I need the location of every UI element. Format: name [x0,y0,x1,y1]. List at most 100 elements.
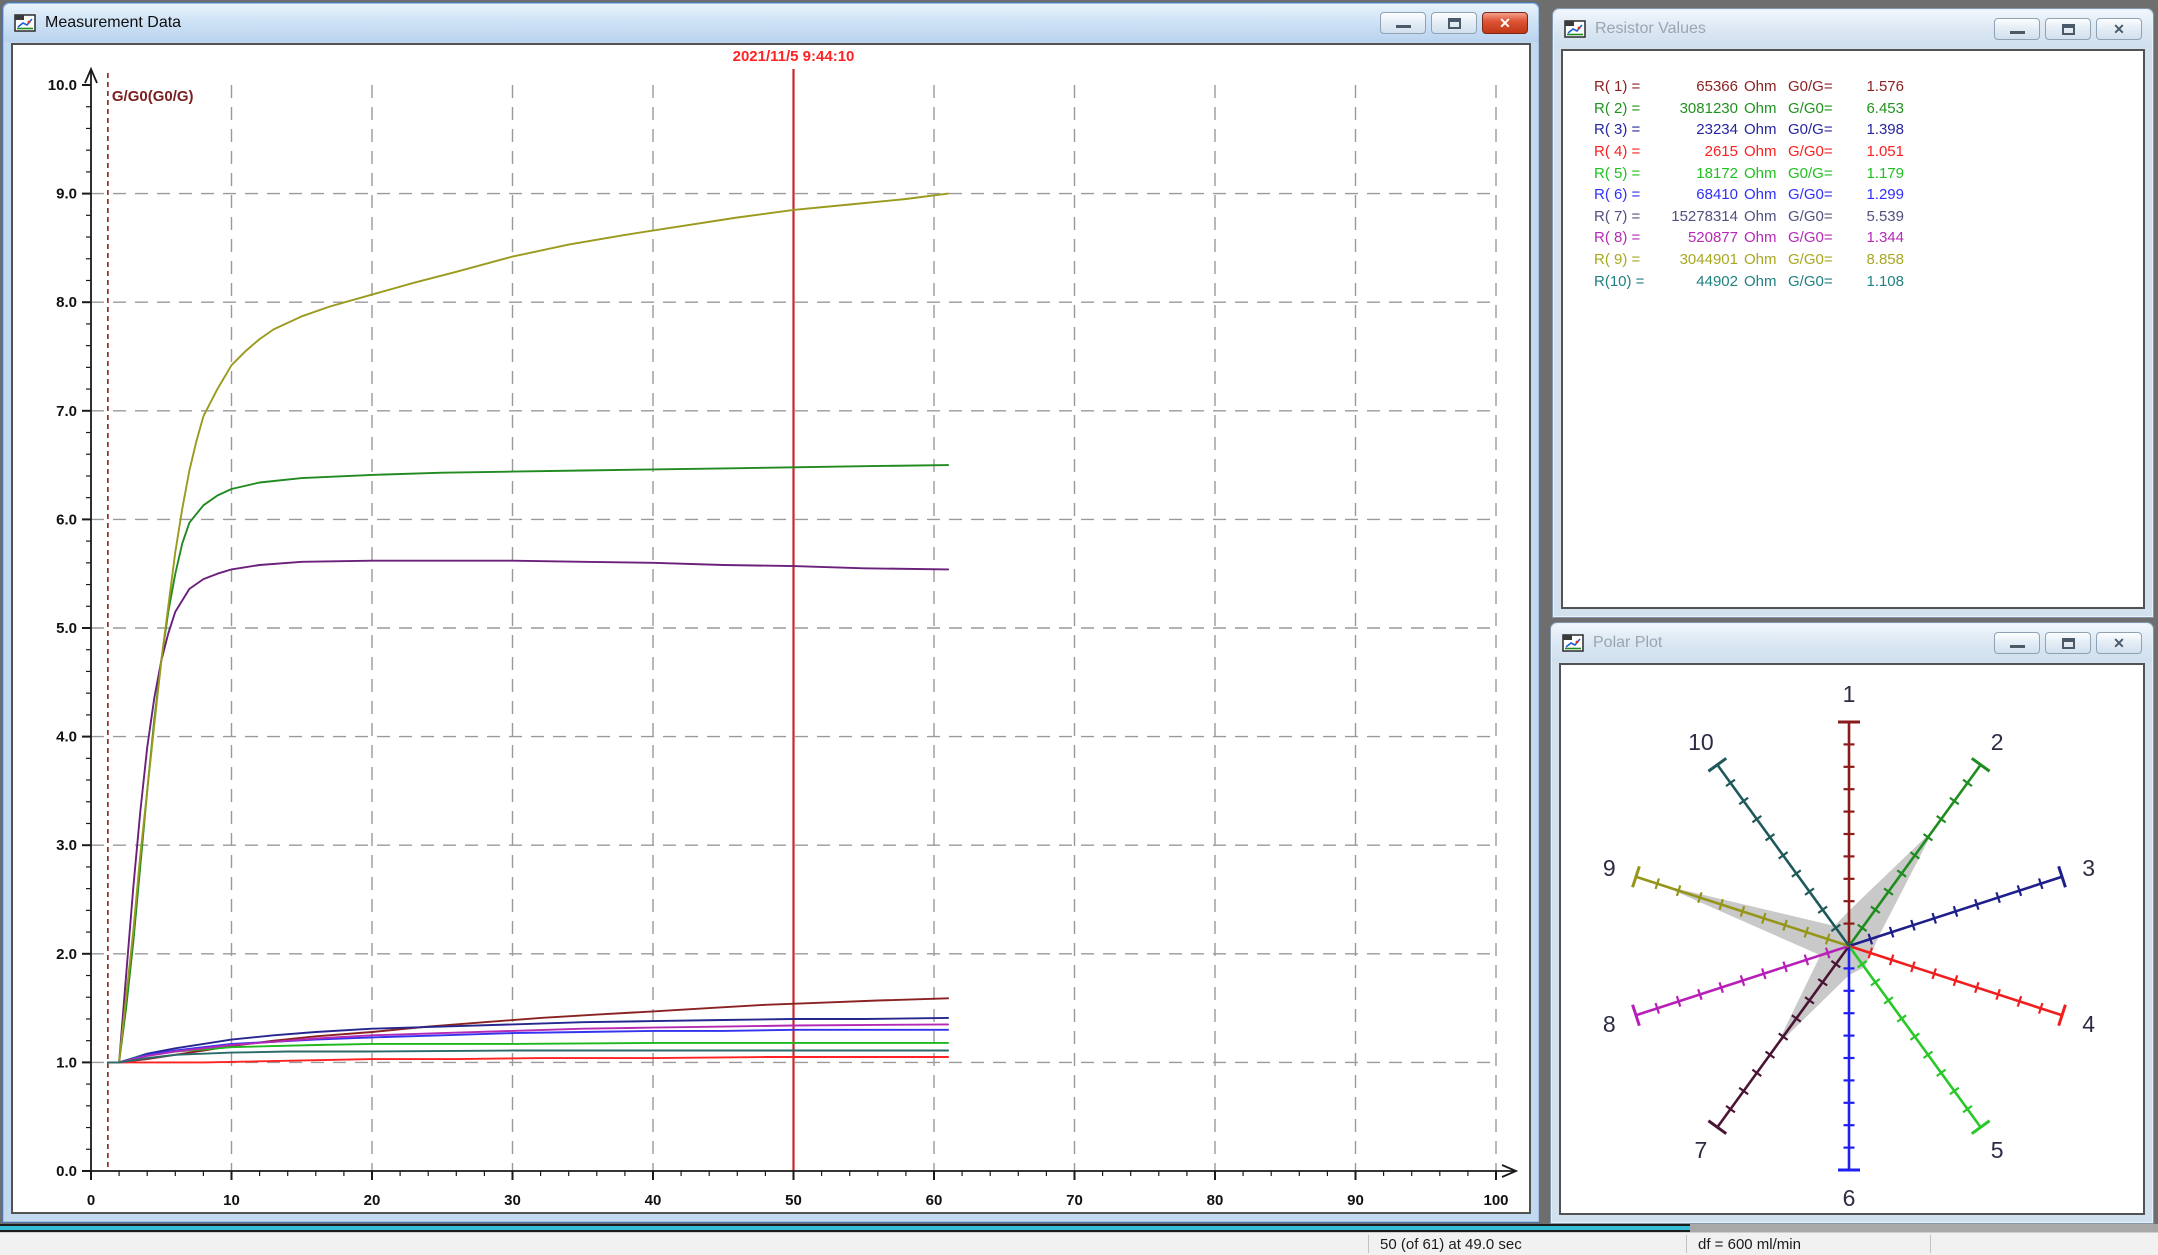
resistor-ratio-label: G0/G= [1788,165,1846,182]
resistor-ratio-value: 1.344 [1846,229,1904,246]
y-axis-label: G/G0(G0/G) [112,88,194,105]
resistor-unit: Ohm [1744,251,1780,268]
y-tick-label: 7.0 [56,403,77,420]
x-tick-label: 80 [1207,1192,1224,1209]
chart-window-icon [1564,20,1586,38]
resistor-ratio-value: 1.398 [1846,121,1904,138]
close-button[interactable]: ✕ [2096,18,2142,40]
resistor-unit: Ohm [1744,143,1780,160]
radar-axis-number: 7 [1694,1137,1707,1163]
timestamp-annotation: 2021/11/5 9:44:10 [733,48,855,65]
resistor-label: R( 9) = [1594,251,1656,268]
resistor-row: R( 3) =23234OhmG0/G=1.398 [1594,119,2139,141]
resistor-ratio-label: G/G0= [1788,273,1846,290]
chart-window-icon [14,14,36,32]
resistor-ratio-label: G/G0= [1788,186,1846,203]
radar-axis-number: 6 [1843,1185,1856,1211]
resistor-ohm-value: 65366 [1656,78,1738,95]
y-tick-label: 4.0 [56,729,77,746]
maximize-icon [2062,638,2075,649]
x-tick-label: 60 [926,1192,943,1209]
resistor-ratio-value: 1.576 [1846,78,1904,95]
resistor-row: R( 4) =2615OhmG/G0=1.051 [1594,141,2139,163]
polar-plot-area: 12345678910 [1559,663,2145,1215]
resistor-row: R( 1) =65366 Ohm G0/G=1.576 [1594,76,2139,98]
radar-axis-5 [1849,946,1990,1134]
resistor-unit: Ohm [1744,273,1780,290]
maximize-button[interactable] [1431,12,1477,34]
minimize-button[interactable] [1994,18,2040,40]
y-tick-label: 5.0 [56,620,77,637]
series-R7 [108,561,948,1063]
resistor-unit: Ohm [1744,229,1780,246]
minimize-icon [1396,25,1411,28]
measurement-data-titlebar[interactable]: Measurement Data ✕ [4,4,1538,42]
radar-axis-4 [1849,946,2065,1026]
status-bar: 50 (of 61) at 49.0 sec df = 600 ml/min [0,1232,2158,1255]
resistor-label: R( 7) = [1594,208,1656,225]
close-icon: ✕ [1499,16,1511,30]
radar-axis-number: 2 [1991,729,2004,755]
minimize-button[interactable] [1380,12,1426,34]
resistor-values-window: Resistor Values ✕ R( 1) =65366OhmG0/G=1.… [1552,8,2154,618]
close-button[interactable]: ✕ [1482,12,1528,34]
resistor-ohm-value: 18172 [1656,165,1738,182]
polar-plot-window: Polar Plot ✕ 12345678910 [1550,622,2154,1224]
radar-axis-endcap [1708,1121,1726,1134]
resistor-row: R( 7) =15278314OhmG/G0=5.539 [1594,206,2139,228]
resistor-ratio-value: 5.539 [1846,208,1904,225]
resistor-row: R( 6) =68410OhmG/G0=1.299 [1594,184,2139,206]
resistor-label: R(10) = [1594,273,1656,290]
minimize-icon [2010,645,2025,648]
resistor-ratio-value: 1.179 [1846,165,1904,182]
x-tick-label: 20 [364,1192,381,1209]
y-tick-label: 9.0 [56,186,77,203]
x-tick-label: 30 [504,1192,521,1209]
resistor-unit: Ohm [1744,165,1780,182]
resistor-values-titlebar[interactable]: Resistor Values ✕ [1554,10,2152,48]
resistor-label: R( 8) = [1594,229,1656,246]
radar-axis-number: 1 [1843,681,1856,707]
radar-axis-number: 10 [1688,729,1714,755]
resistor-label: R( 1) = [1594,78,1656,95]
resistor-ratio-label: G0/G= [1788,121,1846,138]
accent-strip [0,1224,1690,1232]
close-icon: ✕ [2113,22,2125,36]
radar-axis-number: 8 [1603,1011,1616,1037]
radar-axis-number: 9 [1603,855,1616,881]
resistor-label: R( 4) = [1594,143,1656,160]
measurement-data-window: Measurement Data ✕ 010203040506070809010… [2,2,1540,1223]
resistor-unit: Ohm [1744,78,1780,95]
y-tick-label: 2.0 [56,946,77,963]
window-title: Resistor Values [1595,20,1994,38]
caption-buttons: ✕ [1994,18,2142,40]
resistor-unit: Ohm [1744,208,1780,225]
resistor-label: R( 2) = [1594,100,1656,117]
resistor-ratio-label: G/G0= [1788,208,1846,225]
maximize-button[interactable] [2045,18,2091,40]
resistor-row: R( 8) =520877OhmG/G0=1.344 [1594,227,2139,249]
status-divider [1930,1235,1931,1253]
resistor-row: R(10) =44902OhmG/G0=1.108 [1594,270,2139,292]
resistor-ohm-value: 23234 [1656,121,1738,138]
resistor-ohm-value: 3044901 [1656,251,1738,268]
polar-plot-titlebar[interactable]: Polar Plot ✕ [1552,624,2152,662]
resistor-ratio-label: G0/G= [1788,78,1846,95]
measurement-chart: 01020304050607080901000.01.02.03.04.05.0… [13,45,1529,1212]
resistor-ratio-label: G/G0= [1788,229,1846,246]
status-progress-text: 50 (of 61) at 49.0 sec [1380,1236,1522,1253]
resistor-ratio-value: 8.858 [1846,251,1904,268]
close-button[interactable]: ✕ [2096,632,2142,654]
x-tick-label: 0 [87,1192,95,1209]
resistor-ratio-value: 1.299 [1846,186,1904,203]
radar-axis-endcap [1972,1121,1990,1134]
series-R4 [108,1057,948,1062]
maximize-button[interactable] [2045,632,2091,654]
polar-plot-chart: 12345678910 [1561,665,2145,1215]
minimize-icon [2010,31,2025,34]
minimize-button[interactable] [1994,632,2040,654]
radar-polygon [1660,829,1934,1046]
measurement-chart-area: 01020304050607080901000.01.02.03.04.05.0… [11,43,1531,1214]
y-tick-label: 10.0 [48,77,77,94]
resistor-ratio-value: 6.453 [1846,100,1904,117]
